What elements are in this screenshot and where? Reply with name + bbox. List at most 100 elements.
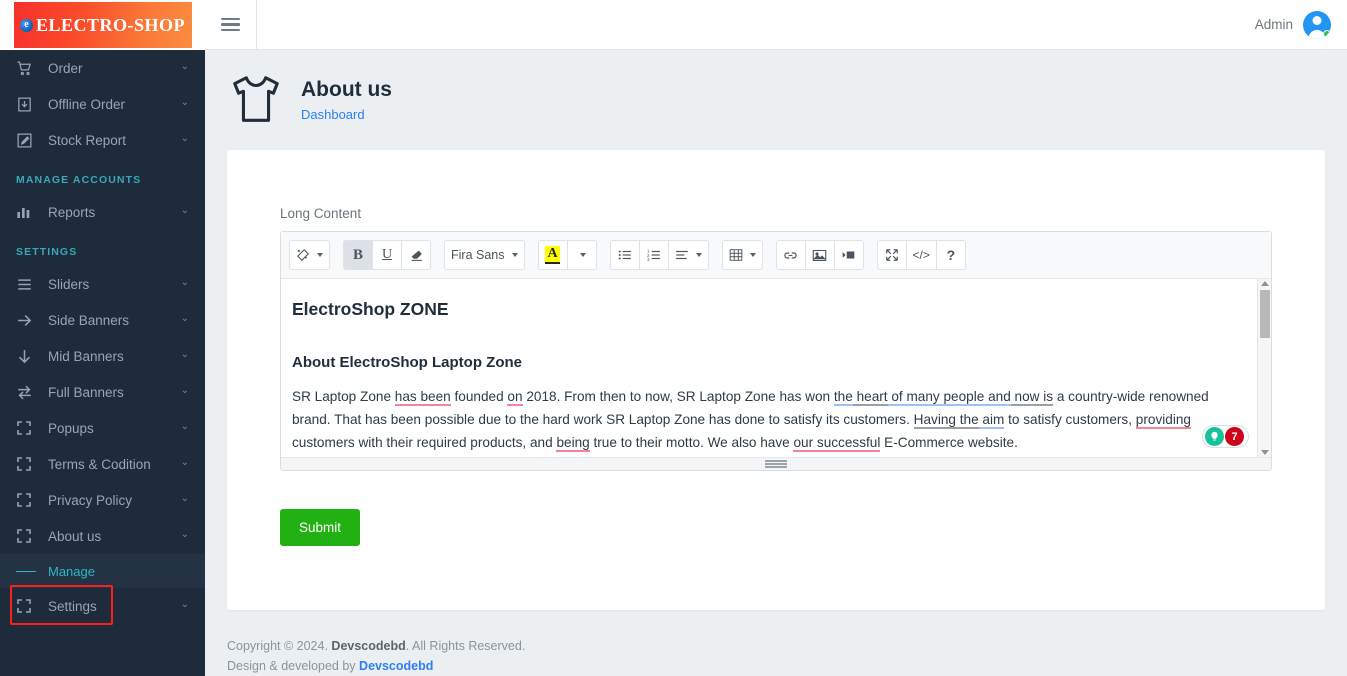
grammar-suggestion-gray[interactable]: now is — [1010, 389, 1054, 406]
sidebar-item-about-us[interactable]: About us ⌄ — [0, 518, 205, 554]
underline-button[interactable]: U — [372, 240, 402, 270]
grammar-suggestion-blue[interactable]: the — [833, 389, 853, 406]
footer-credit-link[interactable]: Devscodebd — [359, 659, 433, 673]
sidebar-item-sliders[interactable]: Sliders ⌄ — [0, 266, 205, 302]
grammar-suggestion-red[interactable]: being — [556, 435, 590, 452]
editor-text-run: E-Commerce website. — [880, 435, 1018, 450]
font-family-dropdown[interactable]: Fira Sans — [444, 240, 525, 270]
grammar-suggestion-blue[interactable]: of many people and — [887, 389, 1011, 406]
toolbar-group-view: </> ? — [876, 240, 966, 270]
editor-heading-2: About ElectroShop Laptop Zone — [292, 354, 522, 371]
code-view-button[interactable]: </> — [905, 240, 937, 270]
sidebar-item-mid-banners[interactable]: Mid Banners ⌄ — [0, 338, 205, 374]
sidebar-item-side-banners[interactable]: Side Banners ⌄ — [0, 302, 205, 338]
sidebar-item-privacy-policy[interactable]: Privacy Policy ⌄ — [0, 482, 205, 518]
sidebar-toggle-button[interactable] — [205, 0, 257, 50]
footer-copyright-suffix: All Rights Reserved. — [412, 639, 526, 653]
grammar-suggestion-gray[interactable]: Having the — [913, 412, 979, 429]
ordered-list-button[interactable]: 1 2 3 — [638, 240, 669, 270]
online-status-dot — [1323, 29, 1331, 38]
scrollbar-thumb[interactable] — [1260, 290, 1270, 338]
sidebar-item-terms-condition[interactable]: Terms & Codition ⌄ — [0, 446, 205, 482]
chevron-down-icon — [749, 253, 756, 257]
toolbar-group-format: B U — [343, 240, 431, 270]
editor-toolbar: B U Fira Sans A 1 2 3 </> ? — [281, 232, 1271, 279]
sidebar-item-label: Full Banners — [48, 384, 124, 400]
expand-icon — [16, 455, 38, 473]
chevron-down-icon: ⌄ — [180, 493, 189, 504]
paragraph-align-dropdown[interactable] — [667, 240, 709, 270]
remove-format-eraser-button[interactable] — [401, 240, 431, 270]
grammar-suggestion-blue[interactable]: aim — [978, 412, 1005, 429]
admin-menu[interactable]: Admin — [1254, 10, 1347, 39]
expand-icon — [16, 491, 38, 509]
sidebar-nav: Order ⌄ Offline Order ⌄ Stock Report ⌄ M… — [0, 50, 205, 624]
sidebar: e ELECTRO-SHOP Order ⌄ Offline Order ⌄ S… — [0, 0, 205, 676]
sidebar-item-label: Sliders — [48, 276, 90, 292]
bold-button[interactable]: B — [343, 240, 373, 270]
admin-label: Admin — [1254, 17, 1293, 32]
grammar-suggestion-gray[interactable]: heart — [852, 389, 888, 406]
chevron-down-icon: ⌄ — [180, 313, 189, 324]
unordered-list-button[interactable] — [609, 240, 640, 270]
grammarly-badge[interactable]: 7 — [1202, 425, 1249, 448]
editor-text-run: customers with their required products, … — [292, 435, 557, 450]
sidebar-item-label: Stock Report — [48, 132, 127, 148]
expand-icon — [16, 527, 38, 545]
avatar[interactable] — [1303, 10, 1331, 39]
sidebar-item-stock-report[interactable]: Stock Report ⌄ — [0, 122, 205, 158]
text-color-dropdown[interactable] — [566, 240, 597, 270]
sidebar-item-order[interactable]: Order ⌄ — [0, 50, 205, 86]
chevron-down-icon: ⌄ — [180, 457, 189, 468]
footer-credit-prefix: Design & developed by — [227, 659, 356, 673]
content-area: Long Content B U Fira Sans A 1 2 3 </> ?… — [205, 150, 1347, 622]
long-content-label: Long Content — [280, 206, 362, 221]
toolbar-group-lists: 1 2 3 — [609, 240, 709, 270]
footer: Copyright © 2024. Devscodebd. All Rights… — [205, 622, 1347, 676]
scrollbar-track[interactable] — [1258, 286, 1271, 450]
logo-text: ELECTRO-SHOP — [35, 14, 186, 35]
sidebar-item-offline-order[interactable]: Offline Order ⌄ — [0, 86, 205, 122]
globe-e-icon: e — [19, 18, 33, 32]
footer-copyright: Copyright © 2024. Devscodebd. All Rights… — [227, 639, 526, 653]
insert-link-button[interactable] — [775, 240, 806, 270]
editor-heading-1: ElectroShop ZONE — [292, 299, 449, 319]
breadcrumb[interactable]: Dashboard — [301, 107, 392, 122]
sidebar-subitem-manage[interactable]: Manage — [0, 554, 205, 588]
dash-icon — [16, 570, 36, 572]
insert-video-button[interactable] — [833, 240, 864, 270]
editor-resize-handle[interactable] — [281, 457, 1271, 470]
lightbulb-icon — [1205, 427, 1224, 446]
grammar-suggestion-red[interactable]: providing — [1135, 412, 1191, 429]
sidebar-item-full-banners[interactable]: Full Banners ⌄ — [0, 374, 205, 410]
toolbar-group-style — [289, 240, 330, 270]
sidebar-section-settings: SETTINGS — [16, 246, 78, 258]
insert-image-button[interactable] — [804, 240, 835, 270]
sidebar-item-reports[interactable]: Reports ⌄ — [0, 194, 205, 230]
chevron-down-icon: ⌄ — [180, 277, 189, 288]
page-title: About us — [301, 78, 392, 101]
sidebar-item-settings[interactable]: Settings ⌄ — [0, 588, 205, 624]
sidebar-item-label: Settings — [48, 598, 97, 614]
form-card: Long Content B U Fira Sans A 1 2 3 </> ?… — [227, 150, 1325, 610]
grammarly-suggestion-count: 7 — [1225, 427, 1244, 446]
grammar-suggestion-red[interactable]: has been — [394, 389, 451, 406]
scroll-down-arrow-icon[interactable] — [1260, 450, 1269, 455]
table-button[interactable] — [721, 240, 763, 270]
sidebar-item-popups[interactable]: Popups ⌄ — [0, 410, 205, 446]
chevron-down-icon: ⌄ — [180, 599, 189, 610]
grammar-suggestion-red[interactable]: on — [507, 389, 523, 406]
grammar-suggestion-red[interactable]: our successful — [793, 435, 881, 452]
brand-logo[interactable]: e ELECTRO-SHOP — [0, 0, 205, 50]
expand-icon — [16, 597, 38, 615]
text-highlight-color-button[interactable]: A — [537, 240, 568, 270]
editor-content[interactable]: ElectroShop ZONE About ElectroShop Lapto… — [281, 279, 1271, 457]
main-region: Admin About us Dashboard Long Content B … — [205, 0, 1347, 676]
style-magic-wand-button[interactable] — [289, 240, 330, 270]
submit-button[interactable]: Submit — [280, 509, 361, 546]
help-button[interactable]: ? — [935, 240, 966, 270]
tshirt-icon — [227, 72, 285, 128]
editor-scrollbar[interactable] — [1257, 279, 1271, 457]
arrow-down-icon — [16, 347, 38, 365]
fullscreen-button[interactable] — [876, 240, 907, 270]
